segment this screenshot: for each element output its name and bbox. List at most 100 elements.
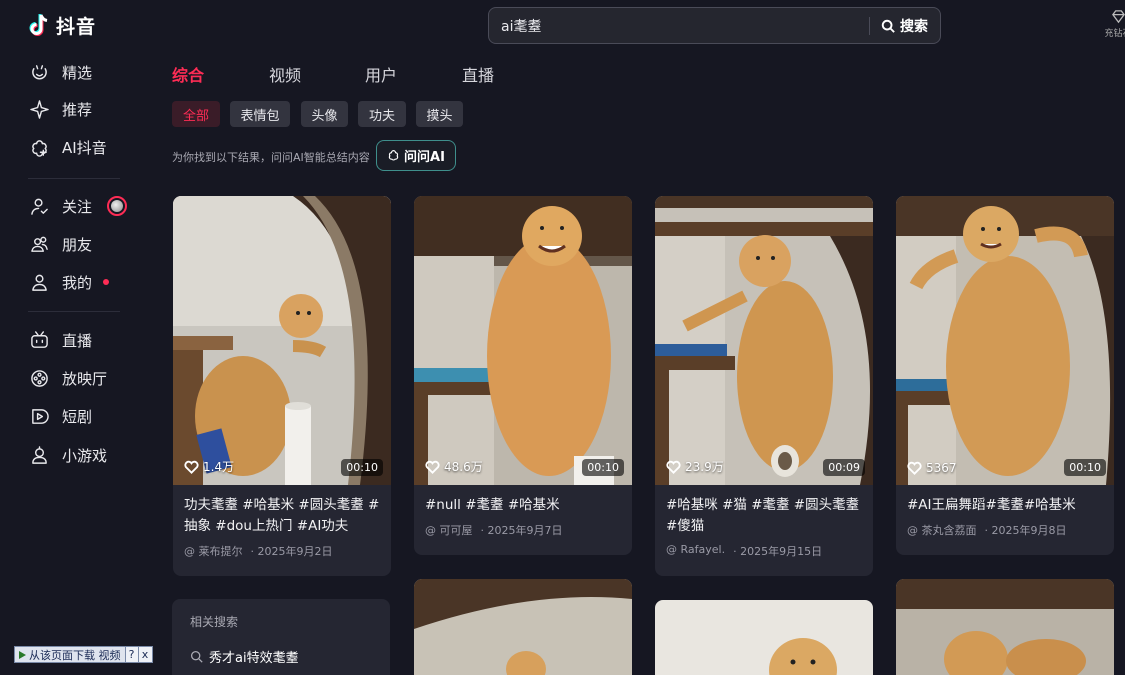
- tab-video[interactable]: 视频: [269, 62, 301, 86]
- video-date: · 2025年9月8日: [984, 524, 1067, 537]
- download-video-button[interactable]: 从该页面下载 视频: [15, 647, 126, 662]
- filter-chip-stickers[interactable]: 表情包: [230, 101, 290, 127]
- video-thumbnail-image: [655, 196, 873, 485]
- video-card[interactable]: 1.4万 00:10 功夫耄耋 #哈基米 #圆头耄耋 #抽象 #dou上热门 #…: [173, 196, 391, 576]
- search-button[interactable]: 搜索: [870, 16, 940, 36]
- filter-chip-head-pat[interactable]: 摸头: [416, 101, 463, 127]
- sidebar-item-recommend[interactable]: 推荐: [30, 97, 92, 121]
- related-search-item[interactable]: 秀才ai特效耄耋: [190, 647, 372, 666]
- video-card[interactable]: 23.9万 00:09 #哈基咪 #猫 #耄耋 #圆头耄耋 #傻猫 @ Rafa…: [655, 196, 873, 576]
- filter-chip-kungfu[interactable]: 功夫: [358, 101, 406, 127]
- sidebar-item-label: 直播: [62, 331, 93, 350]
- sidebar-item-following[interactable]: 关注: [30, 194, 128, 218]
- video-card[interactable]: 5367 00:10 #AI王扁舞蹈#耄耋#哈基米 @ 茶丸含荔面 · 2025…: [896, 196, 1114, 555]
- search-bar: 搜索: [488, 7, 941, 44]
- like-count: 23.9万: [666, 458, 724, 475]
- video-author[interactable]: @ 莱布提尔: [184, 543, 243, 559]
- video-title[interactable]: #AI王扁舞蹈#耄耋#哈基米: [896, 485, 1114, 516]
- sidebar-divider: [28, 178, 120, 179]
- page: 抖音 精选 推荐 AI抖音 关注 朋友 我的 直播 放映厅 短剧 小游戏 ai耄…: [0, 0, 1125, 675]
- ai-flower-icon: [32, 139, 47, 157]
- sidebar-item-label: 我的: [62, 273, 93, 292]
- ask-ai-button[interactable]: 问问AI: [376, 140, 456, 171]
- tab-live[interactable]: 直播: [462, 62, 494, 86]
- video-author[interactable]: @ 茶丸含荔面: [907, 522, 977, 538]
- sparkle-icon: [30, 99, 49, 119]
- like-count: 1.4万: [184, 458, 234, 475]
- video-thumbnail-image: [896, 579, 1114, 675]
- video-title[interactable]: #哈基咪 #猫 #耄耋 #圆头耄耋 #傻猫: [655, 485, 873, 537]
- avatar[interactable]: [107, 196, 128, 216]
- recharge-button[interactable]: 充钻石: [1103, 9, 1125, 39]
- video-date: · 2025年9月15日: [733, 545, 823, 558]
- search-icon: [881, 19, 895, 33]
- search-input[interactable]: [489, 8, 869, 43]
- tab-comprehensive[interactable]: 综合: [172, 62, 204, 86]
- tab-users[interactable]: 用户: [365, 62, 397, 86]
- download-close-button[interactable]: x: [138, 647, 152, 662]
- sidebar-item-ai-douyin[interactable]: AI抖音: [30, 135, 107, 159]
- video-thumbnail[interactable]: 48.6万 00:10: [414, 196, 632, 485]
- sidebar-item-label: 朋友: [62, 235, 93, 254]
- like-count-value: 23.9万: [685, 460, 724, 474]
- sidebar-item-short-drama[interactable]: 短剧: [30, 404, 92, 428]
- sidebar-item-me[interactable]: 我的: [30, 270, 110, 294]
- heart-icon: [666, 460, 681, 474]
- video-title[interactable]: #null #耄耋 #哈基米: [414, 485, 632, 516]
- download-toolbar: 从该页面下载 视频 ? x: [14, 646, 153, 663]
- sidebar-item-cinema[interactable]: 放映厅: [30, 366, 107, 390]
- sidebar-item-featured[interactable]: 精选: [30, 60, 92, 84]
- ask-ai-label: 问问AI: [404, 150, 445, 165]
- sidebar-item-live[interactable]: 直播: [30, 328, 92, 352]
- video-duration: 00:10: [341, 459, 383, 476]
- like-count-value: 48.6万: [444, 460, 483, 474]
- download-help-button[interactable]: ?: [125, 647, 139, 662]
- video-thumbnail-image: [896, 196, 1114, 485]
- video-author[interactable]: @ 可可屋: [425, 522, 473, 538]
- like-count-value: 1.4万: [203, 460, 235, 474]
- cinema-icon: [31, 369, 48, 387]
- sidebar-item-friends[interactable]: 朋友: [30, 232, 92, 256]
- heart-icon: [907, 461, 922, 475]
- recharge-label: 充钻石: [1104, 29, 1125, 39]
- notification-dot: [103, 279, 110, 285]
- user-check-icon: [31, 198, 48, 215]
- video-thumbnail[interactable]: 5367 00:10: [896, 196, 1114, 485]
- related-searches: 相关搜索 秀才ai特效耄耋: [172, 599, 390, 675]
- video-thumbnail[interactable]: 1.4万 00:10: [173, 196, 391, 485]
- video-author[interactable]: @ Rafayel.: [666, 543, 725, 559]
- filter-chip-all[interactable]: 全部: [172, 101, 220, 127]
- sidebar-item-label: 小游戏: [62, 446, 108, 465]
- friends-icon: [31, 236, 48, 252]
- sidebar-item-label: 短剧: [62, 407, 93, 426]
- sidebar-item-mini-games[interactable]: 小游戏: [30, 443, 107, 467]
- user-icon: [32, 274, 47, 291]
- like-count-value: 5367: [926, 461, 957, 475]
- sidebar-divider: [28, 311, 120, 312]
- search-button-label: 搜索: [900, 18, 928, 35]
- video-date: · 2025年9月7日: [480, 524, 563, 537]
- heart-icon: [425, 460, 440, 474]
- video-card-partial[interactable]: [896, 579, 1114, 675]
- video-title[interactable]: 功夫耄耋 #哈基米 #圆头耄耋 #抽象 #dou上热门 #AI功夫: [173, 485, 391, 537]
- game-icon: [32, 445, 47, 464]
- related-searches-title: 相关搜索: [190, 615, 239, 629]
- filter-chip-avatar[interactable]: 头像: [301, 101, 348, 127]
- ai-summary-hint: 为你找到以下结果，问问AI智能总结内容: [172, 151, 370, 164]
- ai-flower-icon: [388, 150, 399, 161]
- video-meta: @ 茶丸含荔面 · 2025年9月8日: [896, 516, 1114, 550]
- video-card[interactable]: 48.6万 00:10 #null #耄耋 #哈基米 @ 可可屋 · 2025年…: [414, 196, 632, 555]
- logo[interactable]: 抖音: [28, 12, 96, 39]
- like-count: 5367: [907, 461, 957, 475]
- like-count: 48.6万: [425, 458, 483, 475]
- video-thumbnail[interactable]: 23.9万 00:09: [655, 196, 873, 485]
- video-meta: @ 莱布提尔 · 2025年9月2日: [173, 537, 391, 571]
- app-name: 抖音: [56, 16, 97, 38]
- sidebar: 抖音 精选 推荐 AI抖音 关注 朋友 我的 直播 放映厅 短剧 小游戏: [0, 0, 150, 675]
- video-meta: @ Rafayel. · 2025年9月15日: [655, 537, 873, 571]
- video-card-partial[interactable]: [655, 600, 873, 675]
- video-card-partial[interactable]: [414, 579, 632, 675]
- search-icon: [190, 650, 203, 663]
- video-thumbnail-image: [655, 600, 873, 675]
- sidebar-item-label: AI抖音: [62, 138, 107, 157]
